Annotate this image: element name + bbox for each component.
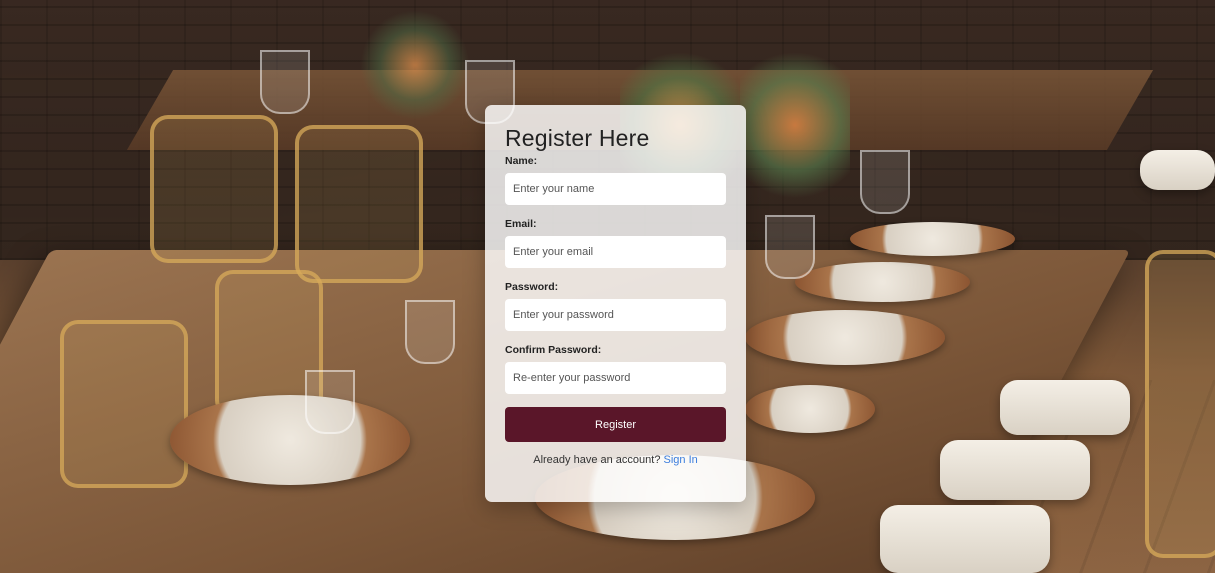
chair-cushion [1140,150,1215,190]
chair-cushion [1000,380,1130,435]
name-field-group: Name: [505,155,726,205]
wine-glass [260,50,310,114]
signin-link[interactable]: Sign In [664,454,698,466]
wine-glass [860,150,910,214]
confirm-password-input[interactable] [505,362,726,394]
password-label: Password: [505,281,559,293]
email-input[interactable] [505,236,726,268]
password-input[interactable] [505,299,726,331]
password-field-group: Password: [505,281,726,331]
email-field-group: Email: [505,218,726,268]
form-title: Register Here [505,125,650,151]
register-button[interactable]: Register [505,407,726,442]
signin-prompt-text: Already have an account? [533,454,661,466]
place-setting [795,262,970,302]
place-setting [850,222,1015,256]
place-setting [745,385,875,433]
wine-glass [765,215,815,279]
name-input[interactable] [505,173,726,205]
wine-glass [405,300,455,364]
place-setting [170,395,410,485]
signin-prompt-line: Already have an account? Sign In [505,454,726,466]
flower-arrangement [740,40,850,210]
confirm-password-field-group: Confirm Password: [505,344,726,394]
gold-chair [150,115,278,263]
gold-chair [295,125,423,283]
email-label: Email: [505,218,537,230]
chair-cushion [940,440,1090,500]
flower-arrangement [360,10,470,120]
place-setting [745,310,945,365]
name-label: Name: [505,155,538,167]
chair-cushion [880,505,1050,573]
gold-chair [1145,250,1215,558]
wine-glass [305,370,355,434]
confirm-password-label: Confirm Password: [505,344,602,356]
register-card: Register Here Name: Email: Password: Con… [485,105,746,502]
gold-chair [60,320,188,488]
